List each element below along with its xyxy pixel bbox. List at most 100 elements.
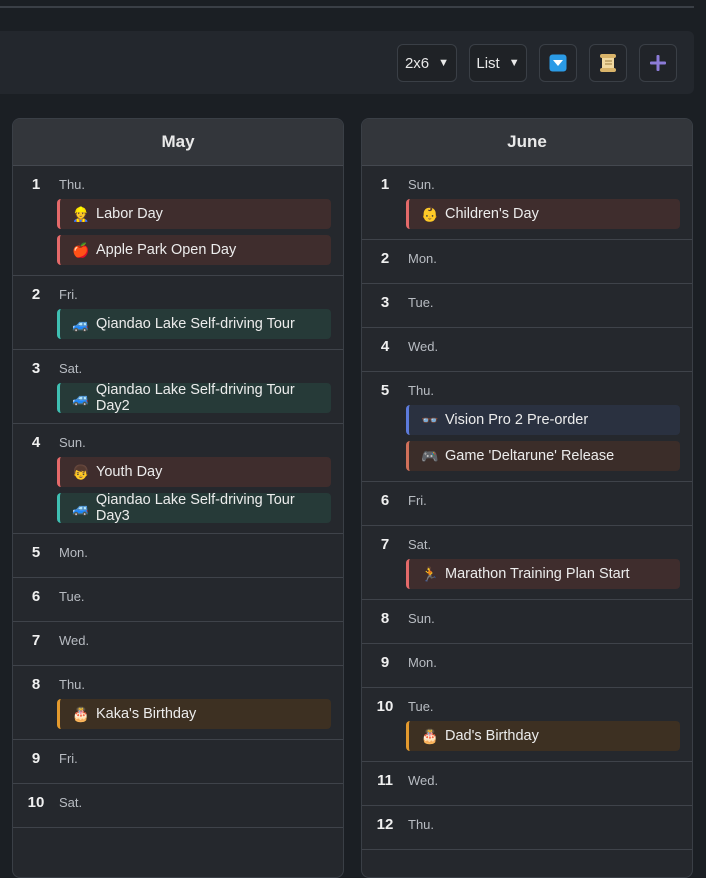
day-number: 9 [31,750,41,767]
weekday-label: Sat. [59,361,83,376]
event-emoji-icon: 🍎 [72,241,90,258]
day-number: 10 [376,698,394,715]
day-cell[interactable]: 7 Sat. 🏃 Marathon Training Plan Start [362,526,692,600]
month-title: May [13,119,343,166]
layout-select[interactable]: 2x6 ▼ [397,44,457,82]
event-emoji-icon: 🚙 [72,499,90,516]
day-header: 11 Wed. [374,772,680,789]
scroll-button[interactable] [589,44,627,82]
day-cell[interactable]: 9 Mon. [362,644,692,688]
day-cell[interactable]: 9 Fri. [13,740,343,784]
chevron-down-icon: ▼ [508,57,520,69]
day-cell[interactable]: 4 Wed. [362,328,692,372]
weekday-label: Sun. [408,611,435,626]
day-cell[interactable]: 3 Sat. 🚙 Qiandao Lake Self-driving Tour Day… [13,350,343,424]
event-list: 🚙 Qiandao Lake Self-driving Tour Day2 [57,382,331,414]
event-emoji-icon: 🚙 [72,315,90,332]
day-cell[interactable]: 6 Fri. [362,482,692,526]
day-header: 5 Mon. [25,544,331,561]
weekday-label: Fri. [408,493,427,508]
day-header: 12 Thu. [374,816,680,833]
event-title: Labor Day [96,206,163,222]
day-cell[interactable]: 1 Thu. 👷 Labor Day 🍎 Apple Park Open Day [13,166,343,276]
day-number: 3 [31,360,41,377]
day-cell[interactable]: 7 Wed. [13,622,343,666]
event-emoji-icon: 🚙 [72,389,90,406]
day-header: 6 Tue. [25,588,331,605]
event-chip[interactable]: 👶 Children's Day [406,199,680,229]
day-list: 1 Sun. 👶 Children's Day 2 Mon. 3 Tue. 4 Wed. 5 Thu.… [362,166,692,850]
day-cell[interactable]: 8 Thu. 🎂 Kaka's Birthday [13,666,343,740]
day-header: 2 Mon. [374,250,680,267]
day-header: 8 Thu. [25,676,331,693]
weekday-label: Thu. [59,677,86,692]
weekday-label: Wed. [408,339,439,354]
day-cell[interactable]: 10 Sat. [13,784,343,828]
event-emoji-icon: 👦 [72,463,90,480]
day-cell[interactable]: 1 Sun. 👶 Children's Day [362,166,692,240]
view-select[interactable]: List ▼ [469,44,527,82]
event-chip[interactable]: 👓 Vision Pro 2 Pre-order [406,405,680,435]
day-cell[interactable]: 10 Tue. 🎂 Dad's Birthday [362,688,692,762]
event-emoji-icon: 👶 [421,205,439,222]
event-emoji-icon: 🎂 [72,705,90,722]
day-header: 4 Sun. [25,434,331,451]
event-emoji-icon: 🏃 [421,565,439,582]
day-header: 6 Fri. [374,492,680,509]
day-cell[interactable]: 2 Fri. 🚙 Qiandao Lake Self-driving Tour [13,276,343,350]
day-cell[interactable]: 8 Sun. [362,600,692,644]
weekday-label: Thu. [408,383,435,398]
event-chip[interactable]: 🍎 Apple Park Open Day [57,235,331,265]
toolbar: 2x6 ▼ List ▼ [0,31,694,94]
event-chip[interactable]: 🚙 Qiandao Lake Self-driving Tour Day2 [57,382,331,414]
event-chip[interactable]: 🚙 Qiandao Lake Self-driving Tour [57,309,331,339]
day-cell[interactable]: 11 Wed. [362,762,692,806]
event-title: Dad's Birthday [445,728,539,744]
month-column-may: May 1 Thu. 👷 Labor Day 🍎 Apple Park Open Day 2… [12,118,344,878]
day-cell[interactable]: 3 Tue. [362,284,692,328]
weekday-label: Mon. [408,251,437,266]
weekday-label: Thu. [59,177,86,192]
event-chip[interactable]: 🏃 Marathon Training Plan Start [406,559,680,589]
event-list: 👷 Labor Day 🍎 Apple Park Open Day [57,199,331,265]
filter-icon [549,54,567,72]
top-divider [0,6,694,8]
event-title: Kaka's Birthday [96,706,197,722]
event-chip[interactable]: 🎮 Game 'Deltarune' Release [406,441,680,471]
day-cell[interactable]: 4 Sun. 👦 Youth Day 🚙 Qiandao Lake Self-drivin… [13,424,343,534]
filter-button[interactable] [539,44,577,82]
event-chip[interactable]: 👦 Youth Day [57,457,331,487]
event-chip[interactable]: 🎂 Dad's Birthday [406,721,680,751]
day-cell[interactable]: 6 Tue. [13,578,343,622]
weekday-label: Wed. [408,773,439,788]
event-chip[interactable]: 🚙 Qiandao Lake Self-driving Tour Day3 [57,492,331,524]
weekday-label: Fri. [59,751,78,766]
chevron-down-icon: ▼ [438,57,450,69]
weekday-label: Tue. [408,699,434,714]
view-select-value: List [476,54,500,72]
day-header: 5 Thu. [374,382,680,399]
event-chip[interactable]: 🎂 Kaka's Birthday [57,699,331,729]
day-number: 1 [380,176,390,193]
day-list: 1 Thu. 👷 Labor Day 🍎 Apple Park Open Day 2 Fri.… [13,166,343,828]
day-header: 8 Sun. [374,610,680,627]
event-title: Apple Park Open Day [96,242,237,258]
day-number: 2 [380,250,390,267]
day-header: 9 Mon. [374,654,680,671]
event-emoji-icon: 🎮 [421,447,439,464]
day-header: 9 Fri. [25,750,331,767]
day-cell[interactable]: 5 Thu. 👓 Vision Pro 2 Pre-order 🎮 Game 'Delta… [362,372,692,482]
add-event-button[interactable] [639,44,677,82]
day-cell[interactable]: 5 Mon. [13,534,343,578]
event-list: 🏃 Marathon Training Plan Start [406,559,680,589]
event-title: Youth Day [96,464,163,480]
weekday-label: Sat. [408,537,432,552]
day-number: 2 [31,286,41,303]
day-number: 11 [377,772,393,789]
day-cell[interactable]: 2 Mon. [362,240,692,284]
day-header: 3 Tue. [374,294,680,311]
day-cell[interactable]: 12 Thu. [362,806,692,850]
plus-icon [649,54,667,72]
event-chip[interactable]: 👷 Labor Day [57,199,331,229]
weekday-label: Wed. [59,633,90,648]
